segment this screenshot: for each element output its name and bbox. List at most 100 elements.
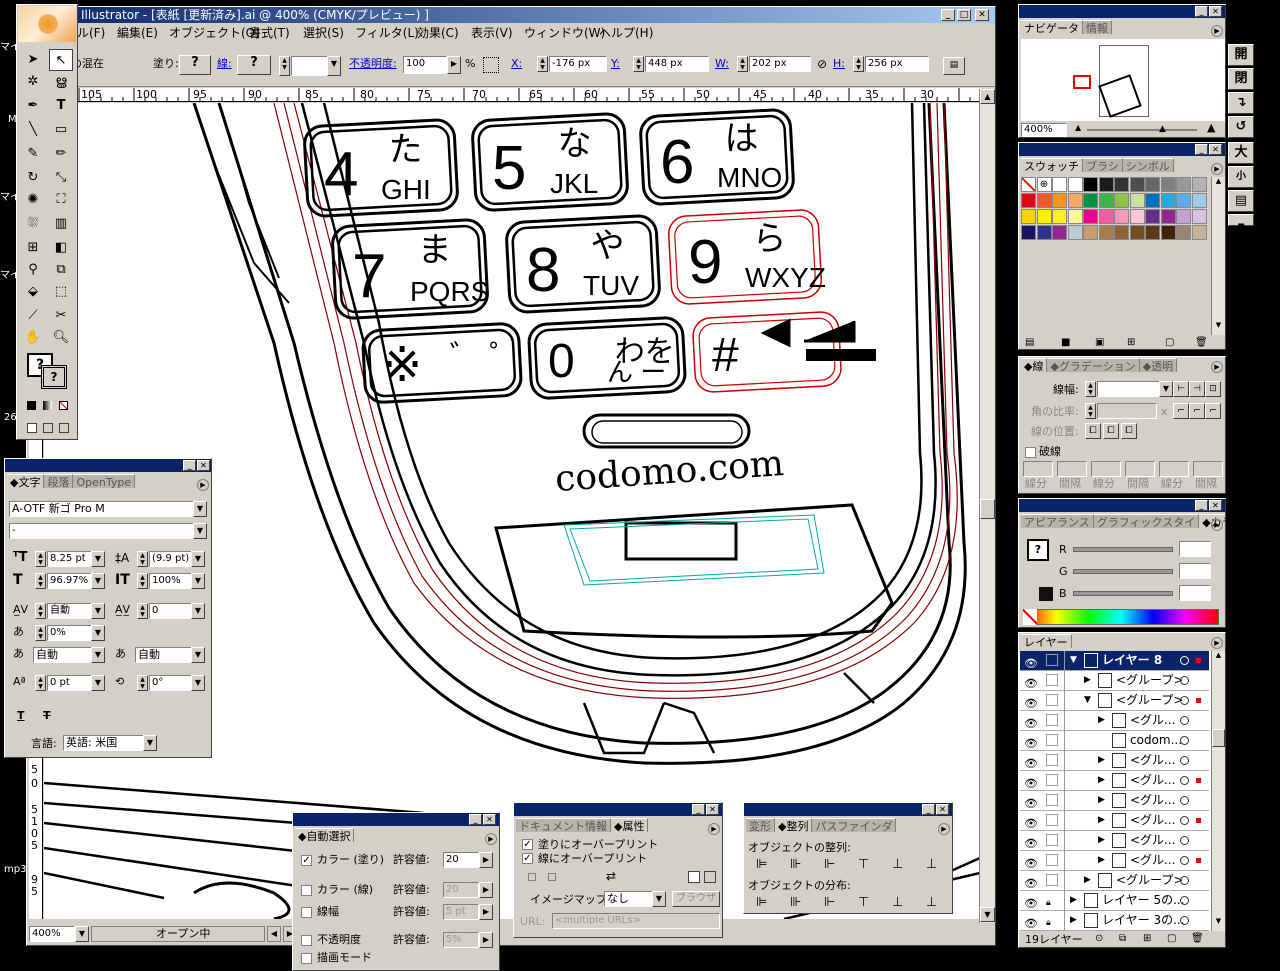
dash-field[interactable] [1023,461,1053,477]
stroke-weight-dropdown[interactable]: ▼ [327,56,341,76]
zoom-slider-thumb[interactable]: ▲ [1159,124,1166,134]
leading-stepper[interactable]: ▲ ▼ [137,551,148,567]
hscroll-left-arrow[interactable]: ◀ [267,926,281,942]
evenodd-rule-icon[interactable] [704,871,716,883]
lock-toggle-icon[interactable] [1046,854,1058,866]
target-circle-icon[interactable] [1180,796,1189,805]
horizontal-scale-field[interactable]: 100% [149,573,193,589]
panel-close-button[interactable]: ✕ [197,460,210,471]
font-family-dropdown[interactable]: ▼ [193,501,207,517]
font-style-dropdown[interactable]: ▼ [193,523,207,539]
y-field[interactable]: 448 px [645,56,709,72]
color-swatch[interactable] [1098,225,1114,240]
side-arrow-down-icon[interactable]: ↴ [1228,92,1254,114]
menu-type[interactable]: 書式(T) [249,25,290,41]
align-titlebar[interactable] [744,803,952,816]
font-size-field[interactable]: 8.25 pt [47,551,93,567]
screen-mode-full-icon[interactable] [59,423,69,433]
tab-character[interactable]: ◆文字 [7,474,45,489]
paintbrush-tool-icon[interactable]: ✎ [21,143,45,165]
live-paint-tool-icon[interactable]: ⬙ [21,281,45,303]
panel-menu-icon[interactable]: ▶ [708,823,720,835]
color-fill-icon[interactable]: ? [1027,539,1049,561]
baseline-stepper[interactable]: ▲ ▼ [35,675,46,691]
color-spectrum-bar[interactable] [1023,609,1219,625]
x-field[interactable]: -176 px [549,56,607,72]
color-swatch[interactable] [1176,177,1191,192]
tab-swatches[interactable]: スウォッチ [1021,158,1083,173]
make-clipping-mask-icon[interactable]: ⧉ [1119,933,1126,944]
tsume-stepper[interactable]: ▲ ▼ [35,625,46,641]
scroll-thumb[interactable] [980,499,995,519]
panel-minimize-button[interactable]: _ [1195,6,1208,17]
lock-toggle-icon[interactable] [1046,654,1058,666]
hand-tool-icon[interactable]: ✋ [21,327,45,349]
side-arrow-curve-icon[interactable]: ↺ [1228,116,1254,138]
expand-triangle-icon[interactable]: ▼ [1084,691,1091,710]
scissors-tool-icon[interactable]: ✂ [49,305,73,327]
rotation-field[interactable]: 0° [149,675,193,691]
opacity-label[interactable]: 不透明度: [349,57,397,71]
lock-toggle-icon[interactable] [1046,874,1058,886]
color-swatch[interactable] [1067,177,1083,192]
lock-toggle-icon[interactable] [1046,834,1058,846]
scroll-down-arrow[interactable]: ▼ [980,907,995,922]
rotate-tool-icon[interactable]: ↻ [21,167,45,189]
panel-close-button[interactable]: ✕ [936,804,949,815]
tolerance-field[interactable]: 20 [443,852,479,868]
layer-row[interactable]: 👁︎ codom... [1020,731,1209,751]
dash-field[interactable] [1091,461,1121,477]
side-small-button[interactable]: 小 [1228,166,1254,188]
auto-select-checkbox[interactable]: ✓ [301,855,312,866]
layer-row[interactable]: 👁︎ ▶ <グル... [1020,831,1209,851]
panel-minimize-button[interactable]: _ [469,814,482,825]
side-doc-icon[interactable]: ▤ [1228,190,1254,212]
color-swatch[interactable] [1129,177,1145,192]
expand-triangle-icon[interactable]: ▼ [1070,651,1077,670]
panel-minimize-button[interactable]: _ [1195,500,1208,511]
color-swatch[interactable] [1145,209,1160,224]
miter-field[interactable] [1097,403,1157,419]
distribute-icon[interactable]: ⊫ [756,895,767,910]
aki-left-dropdown[interactable]: ▼ [91,647,105,663]
language-field[interactable]: 英語: 米国 [63,735,145,751]
rectangle-tool-icon[interactable]: ▭ [49,119,73,141]
dash-field[interactable] [1057,461,1087,477]
color-swatch[interactable] [1021,225,1036,240]
show-center-icon[interactable] [528,873,536,881]
color-swatch[interactable] [1083,193,1098,208]
color-swatch[interactable] [1052,177,1067,192]
none-swatch[interactable] [1021,177,1036,192]
color-swatch[interactable] [1129,193,1145,208]
color-mode-icon[interactable] [27,401,36,410]
align-icon[interactable]: ⊪ [790,857,801,872]
h-field[interactable]: 256 px [865,56,929,72]
lock-toggle-icon[interactable] [1046,754,1058,766]
expand-triangle-icon[interactable]: ▶ [1098,711,1105,730]
distribute-icon[interactable]: ⊥ [926,895,937,910]
target-circle-icon[interactable] [1180,756,1189,765]
mesh-tool-icon[interactable]: ⊞ [21,237,45,259]
expand-triangle-icon[interactable]: ▶ [1084,671,1091,690]
vertical-scale-dropdown[interactable]: ▼ [91,573,105,589]
scroll-up-arrow[interactable]: ▲ [980,89,995,104]
side-open-button[interactable]: 開 [1228,44,1254,66]
menu-filter[interactable]: フィルタ(L) [355,25,419,41]
delete-swatch-icon[interactable]: 🗑︎ [1195,337,1208,348]
align-icon[interactable]: ⊫ [756,857,767,872]
tsume-dropdown[interactable]: ▼ [91,625,105,641]
rotation-stepper[interactable]: ▲ ▼ [137,675,148,691]
color-swatch[interactable] [1129,225,1145,240]
distribute-icon[interactable]: ⊥ [892,895,903,910]
pen-tool-icon[interactable]: ✒ [21,95,45,117]
language-dropdown[interactable]: ▼ [143,735,157,751]
fill-swatch[interactable]: ? [179,55,211,75]
character-panel-titlebar[interactable] [5,459,211,472]
menu-edit[interactable]: 編集(E) [117,25,158,41]
join-miter-icon[interactable]: ⌐ [1173,403,1189,419]
screen-mode-standard-icon[interactable] [27,423,37,433]
expand-triangle-icon[interactable]: ▶ [1098,751,1105,770]
w-stepper[interactable]: ▲ ▼ [737,56,748,72]
target-circle-icon[interactable] [1180,676,1189,685]
color-swatch[interactable] [1098,209,1114,224]
